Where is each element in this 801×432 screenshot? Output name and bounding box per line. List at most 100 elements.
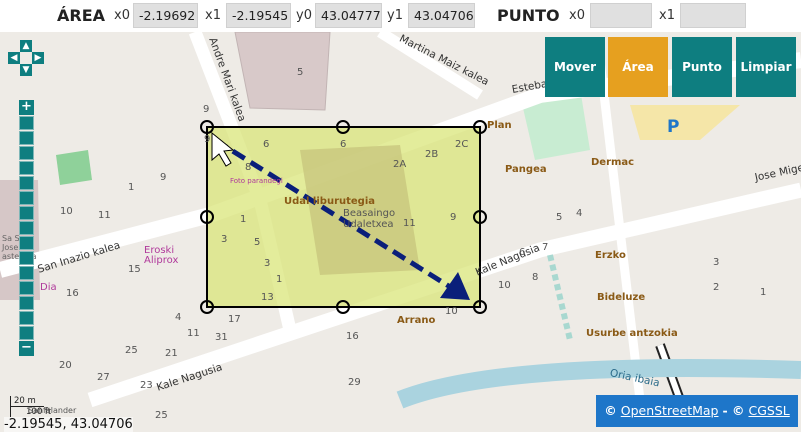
y1-field[interactable]: 43.04706: [408, 3, 475, 28]
park-area: [56, 150, 92, 185]
zoom-level[interactable]: [19, 146, 34, 160]
zoom-level[interactable]: [19, 311, 34, 325]
pan-control: ▲ ◀ ▶ ▼: [8, 40, 44, 76]
poi-arrano[interactable]: Arrano: [397, 315, 435, 326]
copyright-symbol: ©: [604, 403, 617, 418]
pan-right-icon[interactable]: ▶: [32, 52, 44, 64]
house-number: 2: [713, 282, 720, 293]
house-number: 3: [221, 234, 228, 245]
punto-label: PUNTO: [497, 6, 560, 25]
building-top: [234, 32, 331, 111]
pan-down-icon[interactable]: ▼: [20, 64, 32, 76]
house-number: 25: [125, 345, 138, 356]
zoom-level[interactable]: [19, 191, 34, 205]
house-number: 20: [59, 360, 72, 371]
y1-label: y1: [387, 8, 403, 23]
punto-x0-field[interactable]: [590, 3, 652, 28]
street-sanfalander: Sanfalander: [28, 406, 77, 415]
x0-field[interactable]: -2.19692: [133, 3, 198, 28]
x1-label: x1: [205, 8, 221, 23]
punto-x1-field[interactable]: [680, 3, 746, 28]
house-number: 5: [556, 212, 563, 223]
house-number: 25: [155, 410, 168, 421]
area-label: ÁREA: [57, 6, 106, 25]
poi-plan[interactable]: Plan: [487, 120, 512, 131]
house-number: 2B: [425, 149, 439, 160]
cgssl-link[interactable]: CGSSL: [749, 403, 790, 418]
parking-area: [630, 105, 740, 140]
punto-button[interactable]: Punto: [672, 37, 732, 97]
crosswalk: [547, 254, 573, 341]
house-number: 8: [245, 162, 252, 173]
house-number: 9: [203, 104, 210, 115]
zoom-level[interactable]: [19, 116, 34, 130]
poi-udaletxea: Udaletxea: [343, 219, 394, 230]
house-number: 11: [403, 218, 416, 229]
house-number: 27: [97, 372, 110, 383]
zoom-level[interactable]: [19, 266, 34, 280]
poi-dia[interactable]: Dia: [40, 282, 57, 293]
house-number: 1: [760, 287, 767, 298]
zoom-level[interactable]: [19, 131, 34, 145]
area-button[interactable]: Área: [608, 37, 668, 97]
zoom-level[interactable]: [19, 326, 34, 340]
house-number: 9: [204, 134, 211, 145]
zoom-level[interactable]: [19, 176, 34, 190]
parking-icon: P: [667, 117, 680, 137]
house-number: 6: [340, 139, 347, 150]
y0-field[interactable]: 43.04777: [315, 3, 382, 28]
house-number: 23: [140, 380, 153, 391]
house-number: 16: [346, 331, 359, 342]
house-number: 1: [276, 274, 283, 285]
zoom-level[interactable]: [19, 206, 34, 220]
mouse-coordinates: -2.19545, 43.04706: [4, 417, 133, 432]
zoom-bar: + −: [19, 100, 34, 357]
poi-fotografia: Foto parandegi: [230, 177, 283, 185]
house-number: 9: [160, 172, 167, 183]
house-number: 11: [98, 210, 111, 221]
zoom-in-icon[interactable]: +: [19, 100, 34, 115]
house-number: 3: [264, 258, 271, 269]
poi-pangea[interactable]: Pangea: [505, 164, 547, 175]
zoom-level[interactable]: [19, 161, 34, 175]
house-number: 21: [165, 348, 178, 359]
house-number: 6: [263, 139, 270, 150]
house-number: 10: [60, 206, 73, 217]
toolbar: ÁREA x0 -2.19692 x1 -2.19545 y0 43.04777…: [0, 0, 801, 32]
x0-label: x0: [114, 8, 130, 23]
poi-bideluze[interactable]: Bideluze: [597, 292, 645, 303]
pan-left-icon[interactable]: ◀: [8, 52, 20, 64]
zoom-level[interactable]: [19, 221, 34, 235]
house-number: 15: [128, 264, 141, 275]
pan-up-icon[interactable]: ▲: [20, 40, 32, 52]
house-number: 17: [228, 314, 241, 325]
house-number: 1: [128, 182, 135, 193]
limpiar-button[interactable]: Limpiar: [736, 37, 796, 97]
house-number: 29: [348, 377, 361, 388]
zoom-level[interactable]: [19, 296, 34, 310]
x1-field[interactable]: -2.19545: [226, 3, 291, 28]
poi-beasaingo: Beasaingo: [343, 208, 396, 219]
house-number: 4: [576, 208, 583, 219]
house-number: 6: [519, 247, 526, 258]
poi-erzko[interactable]: Erzko: [595, 250, 626, 261]
copyright-separator: - ©: [722, 403, 745, 418]
attribution: © OpenStreetMap - © CGSSL: [596, 395, 798, 427]
zoom-out-icon[interactable]: −: [19, 341, 34, 356]
house-number: 13: [261, 292, 274, 303]
mover-button[interactable]: Mover: [545, 37, 605, 97]
poi-usurbe-antzokia[interactable]: Usurbe antzokia: [586, 328, 678, 339]
zoom-level[interactable]: [19, 281, 34, 295]
poi-udal-liburutegia[interactable]: Udal liburutegia: [284, 196, 375, 207]
house-number: 16: [66, 288, 79, 299]
house-number: 7: [542, 242, 549, 253]
house-number: 3: [713, 257, 720, 268]
zoom-level[interactable]: [19, 236, 34, 250]
zoom-level[interactable]: [19, 251, 34, 265]
house-number: 10: [445, 306, 458, 317]
poi-dermac[interactable]: Dermac: [591, 157, 634, 168]
osm-link[interactable]: OpenStreetMap: [621, 403, 719, 418]
house-number: 5: [297, 67, 304, 78]
house-number: 9: [450, 212, 457, 223]
poi-aliprox: Aliprox: [144, 255, 179, 266]
